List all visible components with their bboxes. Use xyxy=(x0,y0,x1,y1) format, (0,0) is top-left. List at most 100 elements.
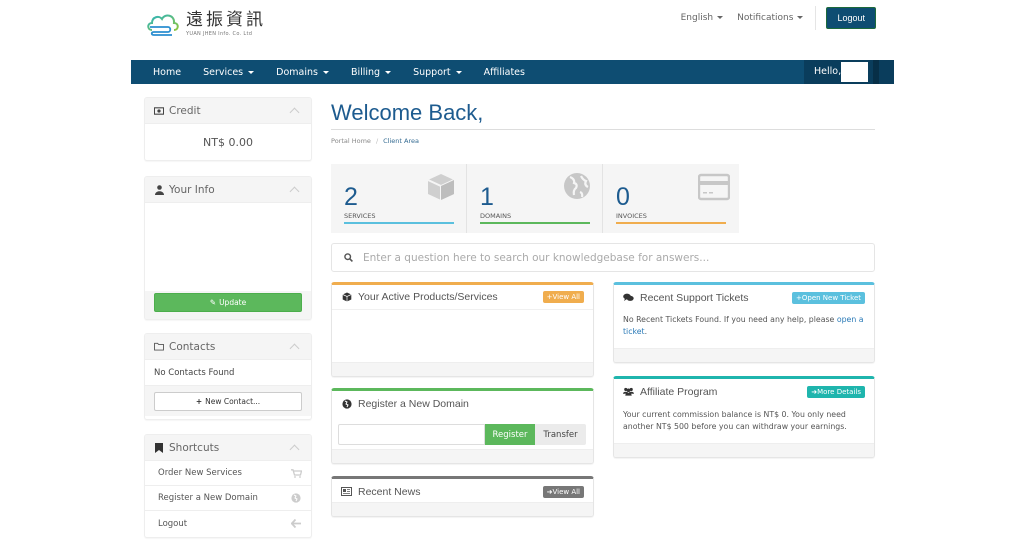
shortcuts-panel: Shortcuts Order New Services Register a … xyxy=(144,434,312,538)
credit-panel-header[interactable]: Credit xyxy=(145,98,311,124)
hello-greeting: Hello, xyxy=(814,66,842,77)
domains-accent-line xyxy=(480,222,590,224)
nav-label: Services xyxy=(203,66,244,78)
products-view-all-button[interactable]: +View All xyxy=(542,291,584,303)
chevron-up-icon[interactable] xyxy=(289,343,300,354)
affiliate-header: Affiliate Program ➜More Details xyxy=(614,379,874,404)
caret-down-icon xyxy=(322,70,329,74)
bookmark-icon xyxy=(154,442,164,453)
recent-news-title: Recent News xyxy=(358,485,421,498)
support-tickets-header: Recent Support Tickets +Open New Ticket xyxy=(614,285,874,310)
recent-news-footer xyxy=(332,502,593,516)
shortcut-logout[interactable]: Logout xyxy=(145,511,311,536)
your-info-panel-header[interactable]: Your Info xyxy=(145,177,311,203)
nav-billing[interactable]: Billing xyxy=(340,67,402,78)
more-details-button[interactable]: ➜More Details xyxy=(807,385,865,398)
support-tickets-body: No Recent Tickets Found. If you need any… xyxy=(614,310,874,346)
chevron-up-icon[interactable] xyxy=(289,186,300,197)
newspaper-icon xyxy=(341,487,352,497)
brand-name-en: YUAN JHEN Info. Co. Ltd xyxy=(186,30,253,37)
support-tickets-panel: Recent Support Tickets +Open New Ticket … xyxy=(613,282,875,363)
no-tickets-text: No Recent Tickets Found. If you need any… xyxy=(623,315,837,324)
pencil-icon: ✎ xyxy=(209,298,217,307)
stats-tiles: 2 SERVICES 1 DOMAINS 0 INVOICES xyxy=(331,164,739,233)
caret-down-icon xyxy=(717,16,724,19)
notifications-dropdown[interactable]: Notifications xyxy=(737,13,804,23)
update-button[interactable]: ✎ Update xyxy=(154,293,302,312)
period-text: . xyxy=(644,327,648,336)
nav-home[interactable]: Home xyxy=(131,67,192,78)
view-all-label: View All xyxy=(552,487,580,496)
tile-services[interactable]: 2 SERVICES xyxy=(331,164,467,233)
contacts-panel-header[interactable]: Contacts xyxy=(145,334,311,360)
cart-icon xyxy=(290,468,302,478)
affiliate-footer xyxy=(614,443,874,457)
contacts-footer: + New Contact... xyxy=(145,386,311,416)
support-tickets-footer xyxy=(614,348,874,362)
tile-invoices[interactable]: 0 INVOICES xyxy=(603,164,739,233)
nav-label: Domains xyxy=(276,66,318,78)
cube-icon xyxy=(427,174,455,200)
register-domain-title: Register a New Domain xyxy=(358,397,469,410)
shortcuts-panel-header[interactable]: Shortcuts xyxy=(145,435,311,461)
logout-button[interactable]: Logout xyxy=(826,7,876,29)
register-domain-footer xyxy=(332,449,593,463)
knowledgebase-search-input[interactable] xyxy=(363,251,874,264)
nav-affiliates[interactable]: Affiliates xyxy=(473,67,536,78)
open-new-ticket-label: Open New Ticket xyxy=(801,293,861,302)
transfer-button[interactable]: Transfer xyxy=(535,424,586,445)
caret-down-icon xyxy=(455,70,462,74)
domain-input[interactable] xyxy=(338,424,485,445)
breadcrumb-portal-home[interactable]: Portal Home xyxy=(331,137,371,145)
nav-services[interactable]: Services xyxy=(192,67,265,78)
globe-icon xyxy=(290,493,302,503)
nav-support[interactable]: Support xyxy=(402,67,473,78)
brand-logo[interactable]: 遠振資訊 YUAN JHEN Info. Co. Ltd xyxy=(146,10,266,38)
account-menu[interactable]: Hello, xyxy=(804,60,894,84)
breadcrumb: Portal Home / Client Area xyxy=(331,137,419,145)
chevron-up-icon[interactable] xyxy=(289,444,300,455)
active-products-header: Your Active Products/Services +View All xyxy=(332,285,593,310)
arrow-left-icon xyxy=(290,519,302,529)
invoices-count: 0 xyxy=(616,183,630,211)
news-view-all-button[interactable]: ➜View All xyxy=(542,485,584,498)
services-label: SERVICES xyxy=(344,212,376,220)
more-details-label: More Details xyxy=(817,387,861,396)
open-new-ticket-button[interactable]: +Open New Ticket xyxy=(792,291,865,304)
main-nav: Home Services Domains Billing Support Af… xyxy=(131,60,894,84)
services-count: 2 xyxy=(344,183,358,211)
tile-domains[interactable]: 1 DOMAINS xyxy=(467,164,603,233)
cloud-logo-icon xyxy=(147,14,179,36)
nav-label: Support xyxy=(413,66,451,78)
affiliate-body: Your current commission balance is NT$ 0… xyxy=(623,410,847,431)
credit-amount: NT$ 0.00 xyxy=(203,135,253,149)
breadcrumb-client-area: Client Area xyxy=(383,137,419,145)
cube-icon xyxy=(341,292,352,302)
user-icon xyxy=(154,184,164,195)
invoices-accent-line xyxy=(616,222,726,224)
brand-name-cn: 遠振資訊 xyxy=(186,9,266,30)
new-contact-button[interactable]: + New Contact... xyxy=(154,391,302,411)
affiliate-title: Affiliate Program xyxy=(640,385,718,398)
search-icon xyxy=(344,253,353,262)
credit-panel: Credit NT$ 0.00 xyxy=(144,97,312,161)
support-tickets-title: Recent Support Tickets xyxy=(640,291,749,304)
nav-label: Billing xyxy=(350,66,381,78)
nav-label: Affiliates xyxy=(483,66,525,78)
chevron-up-icon[interactable] xyxy=(289,107,300,118)
register-button[interactable]: Register xyxy=(485,424,535,445)
view-all-label: View All xyxy=(552,293,580,301)
globe-icon xyxy=(564,173,590,199)
new-contact-label: New Contact... xyxy=(205,396,261,406)
shortcut-register-domain[interactable]: Register a New Domain xyxy=(145,486,311,511)
caret-down-icon xyxy=(248,70,255,74)
nav-domains[interactable]: Domains xyxy=(265,67,340,78)
plus-icon: + xyxy=(195,396,203,406)
language-dropdown[interactable]: English xyxy=(681,13,724,23)
page-title: Welcome Back, xyxy=(331,100,484,125)
shortcut-order-new-services[interactable]: Order New Services xyxy=(145,461,311,486)
domain-search-row: Register Transfer xyxy=(338,424,586,445)
no-contacts-text: No Contacts Found xyxy=(145,360,311,386)
shortcut-label: Logout xyxy=(158,518,188,529)
comments-icon xyxy=(623,293,634,303)
